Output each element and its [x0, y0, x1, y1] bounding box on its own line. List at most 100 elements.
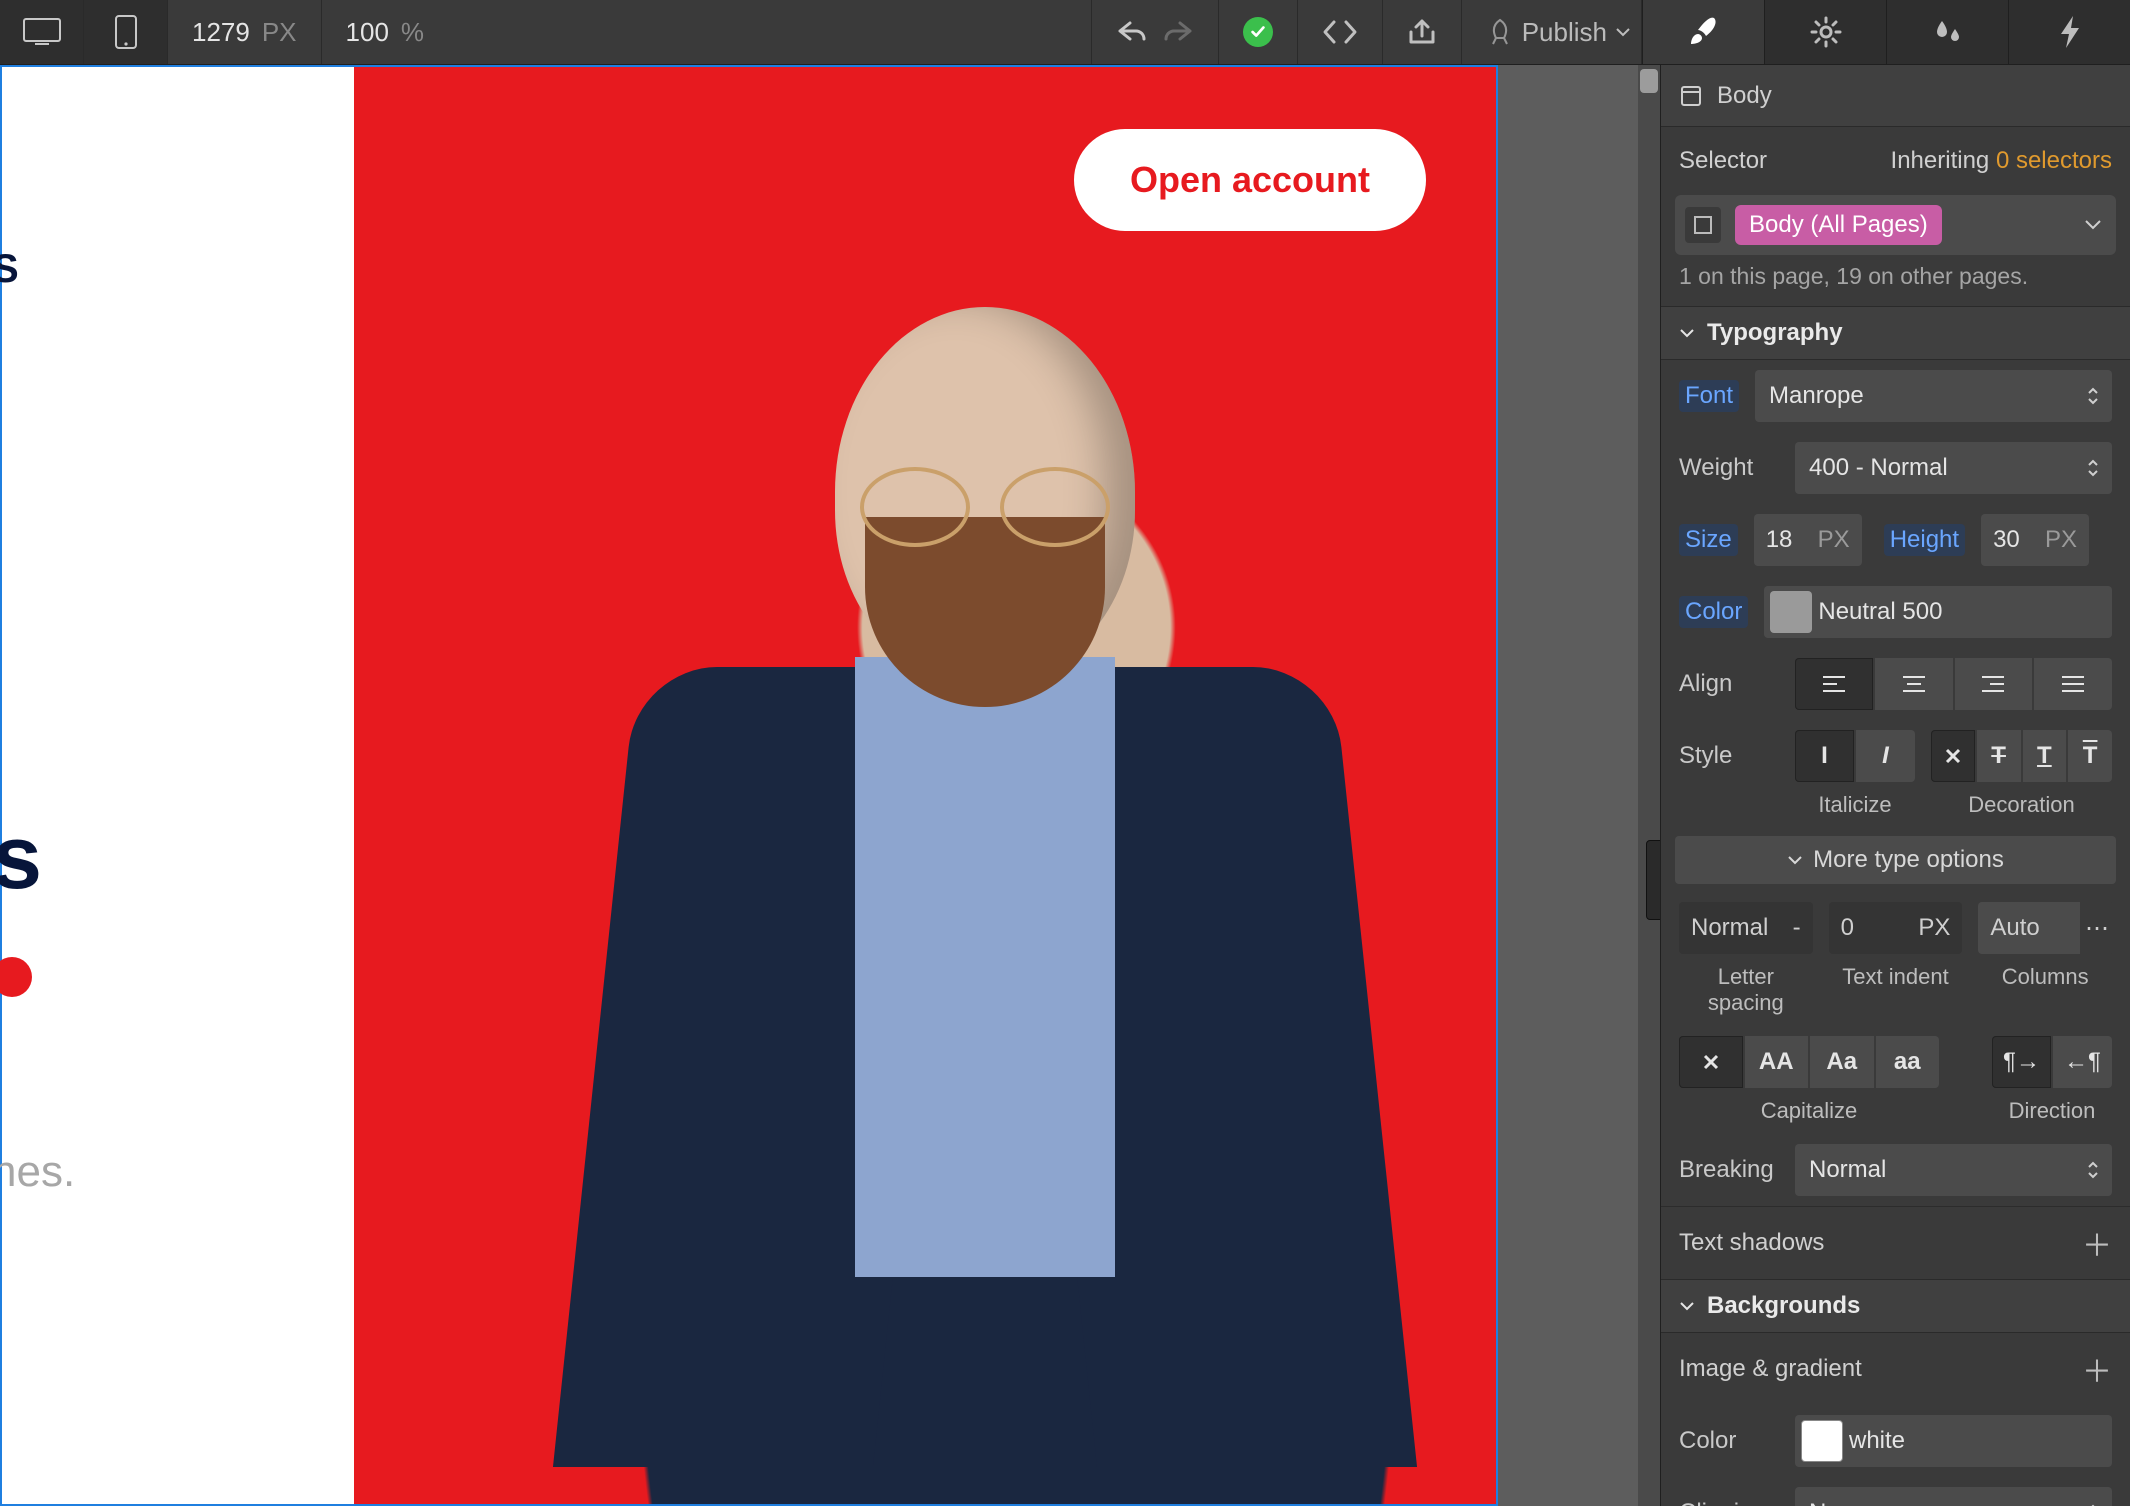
image-gradient-row[interactable]: Image & gradient ＋: [1661, 1333, 2130, 1405]
canvas-left-column: S s nes.: [2, 67, 354, 1504]
undo-icon[interactable]: [1116, 19, 1146, 45]
gear-icon: [1809, 15, 1843, 49]
section-backgrounds-label: Backgrounds: [1707, 1292, 1860, 1320]
capitalize-none-button[interactable]: [1679, 1036, 1743, 1088]
align-right-icon: [1980, 674, 2006, 694]
lowercase-icon: aa: [1894, 1048, 1921, 1076]
export-icon: [1407, 18, 1437, 46]
x-icon: [1701, 1052, 1721, 1072]
breakpoint-desktop-button[interactable]: [0, 0, 84, 64]
code-button[interactable]: [1298, 0, 1383, 64]
text-shadows-label: Text shadows: [1679, 1229, 1824, 1257]
selector-state-icon[interactable]: [1685, 207, 1721, 243]
height-input[interactable]: 30 PX: [1981, 514, 2089, 566]
decoration-underline-button[interactable]: T: [2023, 730, 2067, 782]
breaking-value: Normal: [1809, 1156, 1886, 1184]
bg-color-value: white: [1849, 1427, 1905, 1455]
panel-tab-style[interactable]: [1642, 0, 1764, 64]
canvas-width-display[interactable]: 1279 PX: [168, 0, 322, 64]
uppercase-button[interactable]: AA: [1745, 1036, 1809, 1088]
breakpoint-mobile-button[interactable]: [84, 0, 168, 64]
panel-tabs: [1642, 0, 2130, 64]
panel-tab-interactions[interactable]: [1886, 0, 2008, 64]
clipping-select[interactable]: None: [1795, 1487, 2112, 1506]
zoom-display[interactable]: 100 %: [322, 0, 449, 64]
text-indent-input[interactable]: 0 PX: [1829, 902, 1963, 954]
decoration-none-button[interactable]: [1931, 730, 1975, 782]
columns-input[interactable]: Auto ⋯: [1978, 902, 2112, 954]
titlecase-icon: Aa: [1826, 1048, 1857, 1076]
weight-select[interactable]: 400 - Normal: [1795, 442, 2112, 494]
status-button[interactable]: [1219, 0, 1298, 64]
breadcrumb-label: Body: [1717, 82, 1772, 110]
align-center-button[interactable]: [1875, 658, 1953, 710]
redo-icon[interactable]: [1164, 19, 1194, 45]
direction-ltr-button[interactable]: ¶→: [1992, 1036, 2051, 1088]
italicize-caption: Italicize: [1795, 792, 1915, 818]
direction-segmented: ¶→ ←¶: [1992, 1036, 2112, 1088]
font-select[interactable]: Manrope: [1755, 370, 2112, 422]
italic-on-button[interactable]: I: [1856, 730, 1915, 782]
inheriting-group[interactable]: Inheriting 0 selectors: [1891, 147, 2112, 175]
cap-dir-captions: Capitalize Direction: [1661, 1098, 2130, 1134]
height-label: Height: [1884, 524, 1965, 556]
canvas-scrollbar[interactable]: [1638, 65, 1660, 1506]
panel-tab-settings[interactable]: [1764, 0, 1886, 64]
breaking-label: Breaking: [1679, 1156, 1779, 1184]
direction-caption: Direction: [1992, 1098, 2112, 1124]
section-typography-header[interactable]: Typography: [1661, 306, 2130, 360]
text-style-label: Style: [1679, 742, 1779, 770]
canvas-area[interactable]: S s nes. Open account: [0, 65, 1660, 1506]
text-color-input[interactable]: Neutral 500: [1764, 586, 2112, 638]
top-toolbar: 1279 PX 100 % Publish: [0, 0, 2130, 65]
select-caret-icon: [2086, 1160, 2100, 1180]
text-indent-caption: Text indent: [1829, 954, 1963, 990]
more-dots-icon[interactable]: ⋯: [2080, 902, 2114, 954]
direction-rtl-button[interactable]: ←¶: [2053, 1036, 2112, 1088]
size-unit: PX: [1818, 526, 1850, 554]
lowercase-button[interactable]: aa: [1876, 1036, 1940, 1088]
text-color-row: Color Neutral 500: [1661, 576, 2130, 648]
section-backgrounds-header[interactable]: Backgrounds: [1661, 1279, 2130, 1333]
clipping-value: None: [1809, 1499, 1866, 1506]
italic-off-button[interactable]: I: [1795, 730, 1854, 782]
selector-tag-label: Body (All Pages): [1749, 211, 1928, 238]
section-typography-label: Typography: [1707, 319, 1843, 347]
select-caret-icon: [2086, 386, 2100, 406]
breaking-select[interactable]: Normal: [1795, 1144, 2112, 1196]
titlecase-button[interactable]: Aa: [1810, 1036, 1874, 1088]
regular-icon: I: [1821, 742, 1828, 770]
text-indent-unit: PX: [1918, 914, 1950, 942]
more-type-options-label: More type options: [1813, 846, 2004, 874]
weight-row: Weight 400 - Normal: [1661, 432, 2130, 504]
bg-color-input[interactable]: white: [1795, 1415, 2112, 1467]
selector-input[interactable]: Body (All Pages): [1675, 195, 2116, 255]
open-account-button[interactable]: Open account: [1074, 129, 1426, 231]
height-value: 30: [1993, 526, 2020, 554]
text-indent-group: 0 PX Text indent: [1829, 902, 1963, 1016]
chevron-down-icon[interactable]: [2084, 219, 2102, 231]
panel-tab-effects[interactable]: [2008, 0, 2130, 64]
decoration-strike-button[interactable]: T: [1977, 730, 2021, 782]
canvas-body[interactable]: S s nes. Open account: [0, 65, 1498, 1506]
plus-icon[interactable]: ＋: [2082, 1347, 2112, 1391]
more-type-options-button[interactable]: More type options: [1675, 836, 2116, 884]
status-ok-icon: [1243, 17, 1273, 47]
align-left-button[interactable]: [1795, 658, 1873, 710]
plus-icon[interactable]: ＋: [2082, 1221, 2112, 1265]
toolbar-left: 1279 PX 100 %: [0, 0, 448, 64]
undo-redo-group: [1091, 0, 1219, 64]
scrollbar-thumb[interactable]: [1640, 69, 1658, 93]
export-button[interactable]: [1383, 0, 1462, 64]
align-right-button[interactable]: [1955, 658, 2033, 710]
publish-button[interactable]: Publish: [1462, 0, 1642, 64]
breadcrumb[interactable]: Body: [1661, 65, 2130, 127]
decoration-overline-button[interactable]: T: [2068, 730, 2112, 782]
text-shadows-row[interactable]: Text shadows ＋: [1661, 1206, 2130, 1279]
selector-tag[interactable]: Body (All Pages): [1735, 205, 1942, 245]
partial-caption: nes.: [0, 1147, 75, 1197]
align-justify-button[interactable]: [2034, 658, 2112, 710]
size-input[interactable]: 18 PX: [1754, 514, 1862, 566]
letter-spacing-input[interactable]: Normal -: [1679, 902, 1813, 954]
align-left-icon: [1821, 674, 1847, 694]
